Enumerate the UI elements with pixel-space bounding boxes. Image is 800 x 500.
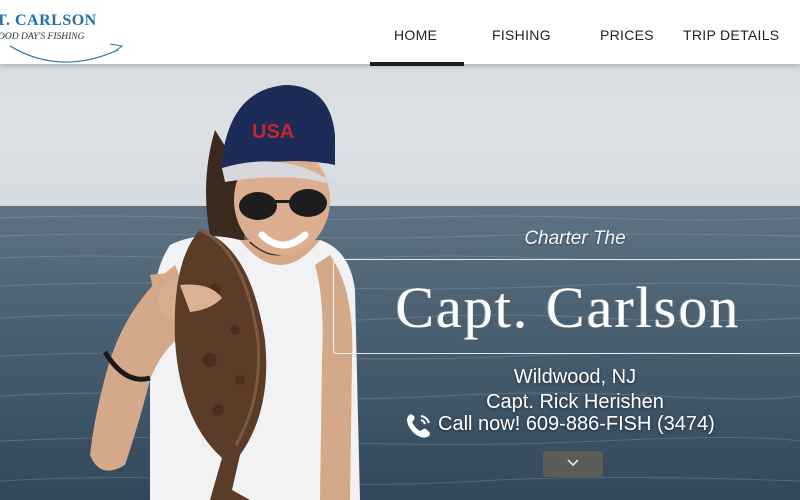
nav-active-indicator bbox=[370, 62, 464, 66]
hero-tagline: Charter The bbox=[524, 228, 626, 249]
call-now-text: Call now! 609-886-FISH (3474) bbox=[438, 413, 715, 435]
hero-location: Wildwood, NJ bbox=[513, 366, 637, 388]
svg-text:USA: USA bbox=[252, 121, 294, 143]
site-logo[interactable]: T. CARLSON OOD DAY'S FISHING bbox=[0, 6, 130, 63]
hero-banner: USA Charter The Capt. Carlson Wildwood, … bbox=[0, 0, 800, 500]
chevron-down-icon bbox=[567, 459, 579, 467]
nav-trip-details[interactable]: TRIP DETAILS bbox=[683, 27, 779, 43]
hero-title-frame: Capt. Carlson bbox=[333, 259, 800, 354]
nav-home[interactable]: HOME bbox=[394, 27, 437, 43]
site-header: T. CARLSON OOD DAY'S FISHING HOME FISHIN… bbox=[0, 0, 800, 64]
hero-title: Capt. Carlson bbox=[395, 275, 741, 340]
nav-prices[interactable]: PRICES bbox=[600, 27, 654, 43]
logo-swoosh-icon bbox=[9, 43, 124, 63]
scroll-down-button[interactable] bbox=[543, 451, 603, 477]
phone-icon bbox=[407, 414, 430, 438]
call-now-link[interactable]: Call now! 609-886-FISH (3474) bbox=[404, 411, 754, 439]
nav-fishing[interactable]: FISHING bbox=[492, 27, 551, 43]
